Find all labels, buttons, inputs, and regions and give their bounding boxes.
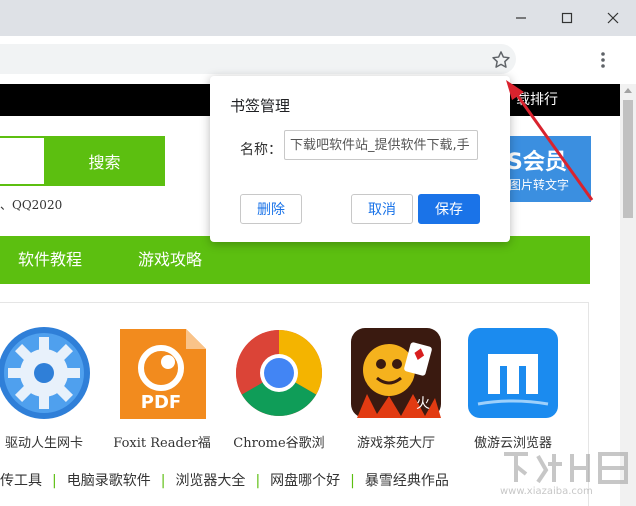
page-scrollbar[interactable] (620, 84, 636, 506)
app-label: Foxit Reader福 (113, 436, 211, 451)
promo-subtitle: 图片转文字 (509, 178, 570, 192)
close-button[interactable] (590, 0, 636, 36)
site-watermark: www.xiazaiba.com (498, 448, 634, 504)
watermark-url: www.xiazaiba.com (500, 486, 593, 497)
name-label: 名称： (240, 142, 282, 158)
maximize-button[interactable] (544, 0, 590, 36)
app-label: 游戏茶苑大厅 (356, 436, 435, 451)
bottom-link-row: 传工具 | 电脑录歌软件 | 浏览器大全 | 网盘哪个好 | 暴雪经典作品 (0, 470, 449, 490)
minimize-button[interactable] (498, 0, 544, 36)
foxit-pdf-icon: PDF (120, 329, 206, 419)
driver-gear-icon (0, 327, 90, 419)
close-icon (607, 12, 619, 24)
bookmark-name-input[interactable]: 下载吧软件站_提供软件下载,手 (284, 130, 478, 160)
link-item[interactable]: 网盘哪个好 (270, 473, 340, 489)
svg-text:PDF: PDF (141, 392, 181, 413)
promo-title: S会员 (507, 150, 567, 175)
nav-item-game-guide[interactable]: 游戏攻略 (138, 236, 202, 284)
minimize-icon (516, 17, 526, 19)
maxthon-icon (468, 328, 558, 418)
site-search-button[interactable]: 搜索 (44, 136, 165, 186)
link-separator: | (350, 473, 355, 489)
app-item[interactable]: PDF Foxit Reader福 (107, 324, 217, 451)
top-link-ranking[interactable]: 载排行 (516, 84, 558, 116)
bookmark-dialog: 书签管理 名称： 下载吧软件站_提供软件下载,手 删除 取消 保存 (210, 76, 510, 242)
app-label: 驱动人生网卡 (4, 436, 83, 451)
bookmark-star-icon[interactable] (490, 49, 512, 71)
game-hall-icon: 火 (351, 328, 441, 418)
chrome-icon (236, 330, 322, 416)
watermark-logo-icon (504, 452, 628, 484)
scroll-up-icon[interactable] (624, 88, 632, 93)
site-search-input[interactable] (0, 136, 44, 186)
site-nav-bar: 软件教程 游戏攻略 (0, 236, 590, 284)
link-separator: | (160, 473, 166, 489)
hot-search-words[interactable]: 、QQ2020 (0, 196, 62, 213)
save-button[interactable]: 保存 (418, 194, 480, 224)
kebab-menu-icon[interactable] (596, 49, 610, 71)
app-item[interactable]: 驱动人生网卡 (0, 324, 99, 451)
nav-item-software-tutorial[interactable]: 软件教程 (18, 236, 82, 284)
link-item[interactable]: 电脑录歌软件 (67, 473, 151, 489)
svg-text:火: 火 (416, 396, 430, 412)
dialog-title: 书签管理 (230, 97, 291, 115)
app-item[interactable]: Chrome谷歌浏 (224, 324, 334, 451)
scrollbar-thumb[interactable] (623, 100, 633, 218)
delete-button[interactable]: 删除 (240, 194, 302, 224)
link-item[interactable]: 浏览器大全 (175, 473, 245, 489)
app-item[interactable]: 傲游云浏览器 (458, 324, 568, 451)
link-separator: | (255, 473, 261, 489)
link-item[interactable]: 暴雪经典作品 (365, 473, 449, 489)
maximize-icon (561, 12, 573, 24)
address-bar[interactable] (0, 44, 516, 74)
link-item[interactable]: 传工具 (0, 473, 42, 489)
app-item[interactable]: 火 游戏茶苑大厅 (341, 324, 451, 451)
link-separator: | (52, 473, 57, 489)
app-label: Chrome谷歌浏 (233, 436, 325, 451)
cancel-button[interactable]: 取消 (351, 194, 413, 224)
window-titlebar (0, 0, 636, 36)
